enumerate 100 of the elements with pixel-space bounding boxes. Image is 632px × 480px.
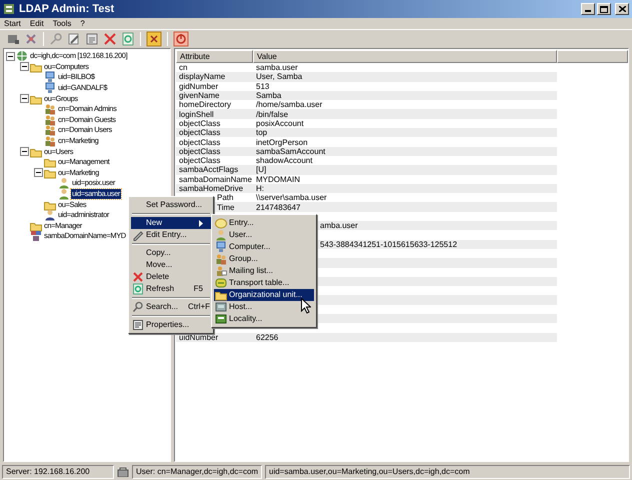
- table-row[interactable]: objectClass top: [176, 128, 557, 138]
- table-row[interactable]: cn samba.user: [176, 63, 557, 72]
- attribute-name: givenName: [179, 91, 220, 100]
- status-server: Server: 192.168.16.200: [2, 464, 114, 478]
- pencil-icon[interactable]: [67, 32, 81, 46]
- attribute-value: sambaSamAccount: [256, 146, 326, 156]
- mouse-cursor-icon: [301, 298, 311, 314]
- menu-item[interactable]: Host...: [214, 301, 314, 313]
- close-button[interactable]: [615, 3, 629, 15]
- window-title: LDAP Admin: Test: [19, 2, 114, 17]
- group-icon: [44, 124, 56, 136]
- column-header[interactable]: Value: [253, 50, 557, 63]
- menu-item[interactable]: Locality...: [214, 313, 314, 325]
- attribute-value: 543-3884341251-1015615633-125512: [320, 240, 458, 249]
- menu-item[interactable]: New: [131, 217, 211, 229]
- collapse-toggle[interactable]: [20, 62, 29, 72]
- attribute-name: objectClass: [179, 156, 220, 166]
- mailing-list-icon: [215, 265, 227, 277]
- attribute-value: 513: [256, 82, 270, 91]
- user-icon: [44, 209, 56, 222]
- table-row[interactable]: sambaAcctFlags [U]: [176, 165, 557, 175]
- menu-item[interactable]: Edit Entry...: [131, 229, 211, 241]
- attribute-name: displayName: [179, 72, 226, 82]
- attribute-value: inetOrgPerson: [256, 138, 308, 147]
- maximize-icon: [600, 6, 608, 12]
- attribute-name: objectClass: [179, 138, 220, 147]
- computer-icon: [215, 241, 227, 253]
- menu-item[interactable]: Copy...: [131, 247, 211, 259]
- group-icon: [44, 103, 56, 116]
- menu-item[interactable]: Transport table...: [214, 277, 314, 289]
- collapse-toggle[interactable]: [20, 94, 29, 104]
- table-row[interactable]: Path \\server\samba.user: [214, 193, 557, 202]
- table-row[interactable]: uidNumber 62256: [176, 332, 557, 342]
- menu-item[interactable]: Set Password...: [131, 199, 211, 211]
- table-row[interactable]: displayName User, Samba: [176, 72, 557, 82]
- attribute-value: amba.user: [320, 221, 358, 230]
- collapse-toggle[interactable]: [34, 168, 43, 178]
- attribute-value: /bin/false: [256, 110, 288, 119]
- computer-icon: [44, 71, 56, 84]
- app-icon: [3, 3, 15, 15]
- delete-icon[interactable]: [103, 32, 117, 46]
- menu-item[interactable]: Search... Ctrl+F: [131, 301, 211, 313]
- group-icon: [215, 253, 227, 265]
- delete-icon: [132, 271, 144, 283]
- attribute-name: homeDirectory: [179, 100, 232, 110]
- menu-item[interactable]: Organizational unit...: [214, 289, 314, 301]
- minimize-icon: [585, 10, 591, 12]
- computer-icon: [44, 82, 56, 94]
- attribute-name: loginShell: [179, 110, 214, 119]
- menu-item[interactable]: User...: [214, 229, 314, 241]
- user-icon: [58, 177, 70, 190]
- group-icon: [44, 135, 56, 148]
- refresh-icon[interactable]: [121, 32, 135, 46]
- attribute-value: Samba: [256, 91, 282, 100]
- collapse-toggle[interactable]: [6, 52, 15, 61]
- refresh-icon: [132, 283, 144, 295]
- menu-item[interactable]: ?: [80, 18, 85, 30]
- attribute-name: sambaDomainName: [179, 174, 252, 184]
- group-icon: [44, 114, 56, 126]
- table-row[interactable]: Time 2147483647: [214, 202, 557, 212]
- attribute-value: User, Samba: [256, 72, 302, 82]
- menu-item[interactable]: Refresh F5: [131, 283, 211, 295]
- menu-item[interactable]: Mailing list...: [214, 265, 314, 277]
- search-icon: [132, 301, 144, 313]
- close-icon: [618, 6, 626, 12]
- maximize-button[interactable]: [597, 3, 611, 15]
- attribute-value: shadowAccount: [256, 156, 312, 166]
- menu-item[interactable]: Group...: [214, 253, 314, 265]
- attribute-value: posixAccount: [256, 118, 304, 128]
- table-row[interactable]: amba.user: [317, 221, 557, 230]
- menu-item[interactable]: Properties...: [131, 319, 211, 331]
- minimize-button[interactable]: [581, 3, 595, 15]
- attribute-name: uidNumber: [179, 332, 218, 342]
- power-icon[interactable]: [173, 30, 189, 46]
- locality-icon: [215, 313, 227, 325]
- properties-icon: [132, 319, 144, 331]
- collapse-toggle[interactable]: [20, 147, 29, 156]
- document-icon[interactable]: [85, 32, 99, 46]
- menu-item[interactable]: Start: [4, 18, 21, 30]
- menu-item[interactable]: Computer...: [214, 241, 314, 253]
- attribute-name: sambaAcctFlags: [179, 165, 238, 174]
- attribute-name: sambaHomeDrive: [179, 184, 244, 193]
- attribute-name: Time: [217, 202, 234, 212]
- user-icon: [215, 229, 227, 241]
- attribute-value: samba.user: [256, 63, 298, 72]
- status-user: User: cn=Manager,dc=igh,dc=com: [132, 464, 262, 478]
- attribute-value: top: [256, 128, 268, 138]
- attribute-value: H:: [256, 184, 264, 193]
- domain-icon: [30, 230, 42, 242]
- menu-item[interactable]: Delete: [131, 271, 211, 283]
- column-header[interactable]: Attribute: [176, 50, 253, 63]
- table-row[interactable]: loginShell /bin/false: [176, 109, 557, 119]
- attribute-name: objectClass: [179, 118, 220, 128]
- menu-item[interactable]: Move...: [131, 259, 211, 271]
- attribute-name: cn: [179, 63, 188, 72]
- menu-item[interactable]: Tools: [52, 18, 72, 30]
- menu-item[interactable]: Entry...: [214, 217, 314, 229]
- menu-item[interactable]: Edit: [30, 18, 44, 30]
- attribute-name: objectClass: [179, 128, 220, 138]
- attribute-name: objectClass: [179, 146, 220, 156]
